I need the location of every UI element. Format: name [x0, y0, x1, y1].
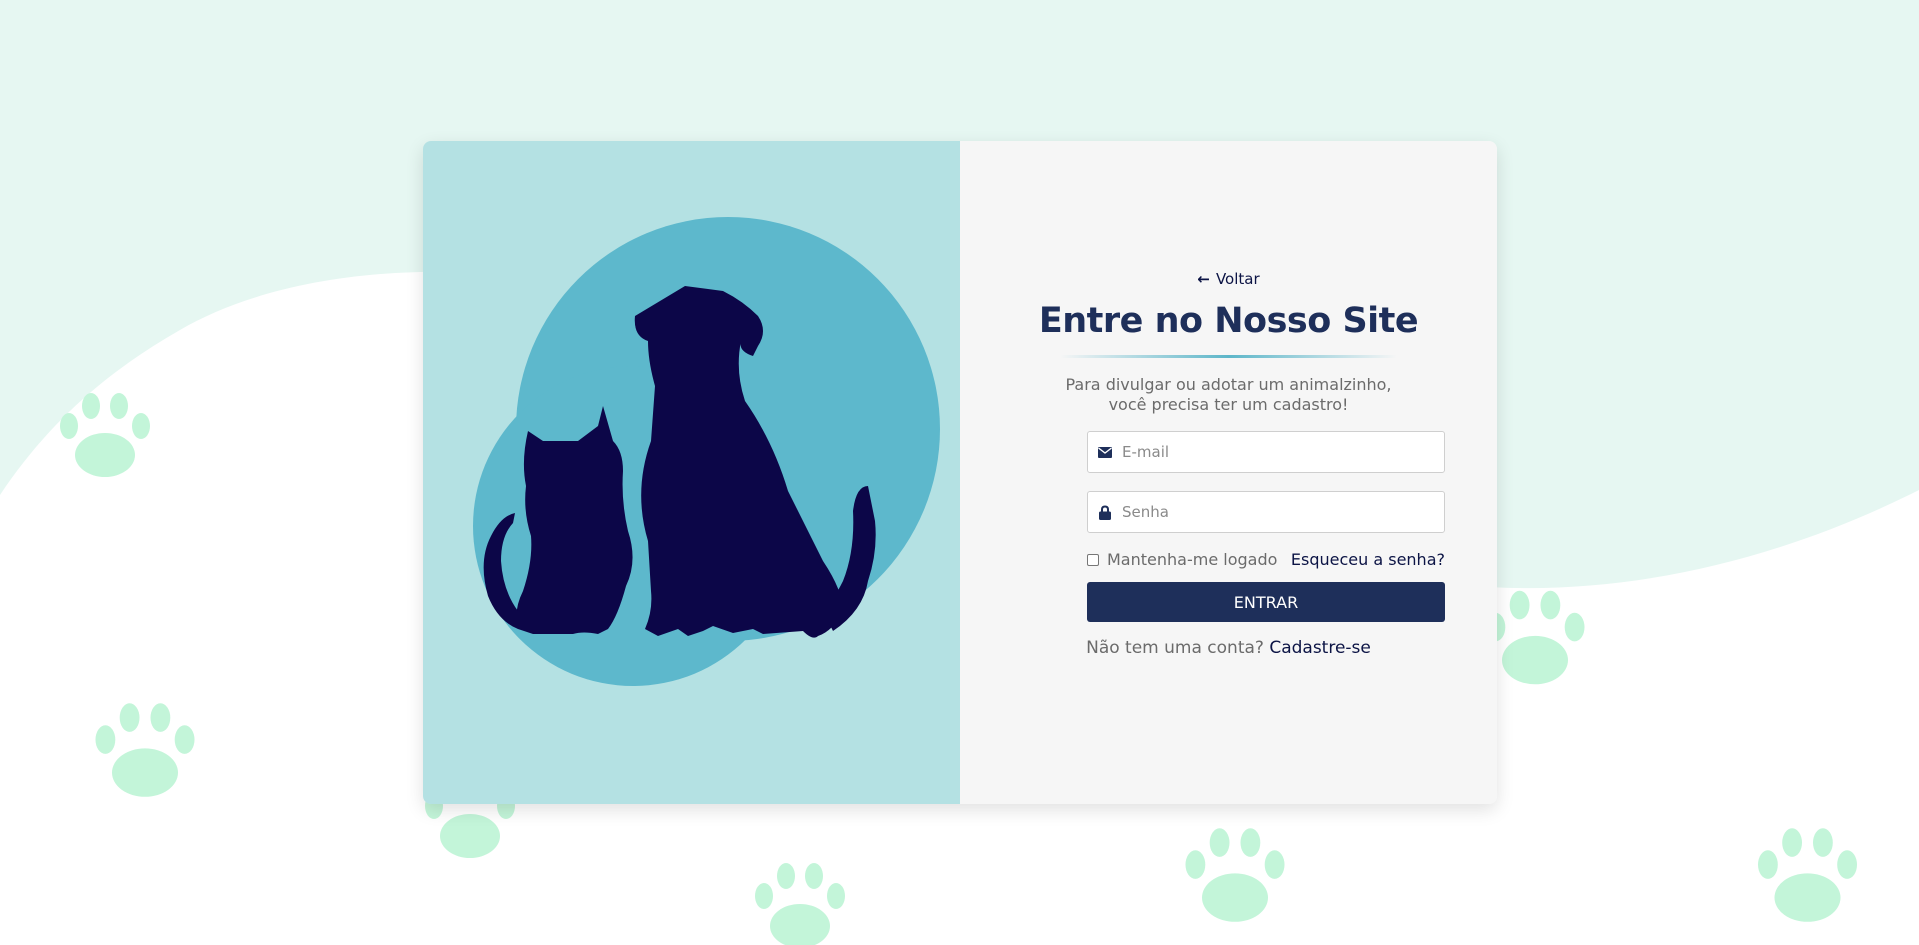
signup-link[interactable]: Cadastre-se	[1269, 638, 1371, 658]
paw-print-icon	[60, 393, 150, 477]
password-input[interactable]	[1122, 503, 1422, 521]
login-form-panel: ← Voltar Entre no Nosso Site Para divulga…	[960, 141, 1497, 804]
paw-print-icon	[95, 703, 195, 797]
remember-label: Mantenha-me logado	[1107, 550, 1278, 569]
login-options: Mantenha-me logado Esqueceu a senha?	[1087, 550, 1445, 569]
email-input[interactable]	[1122, 443, 1422, 461]
forgot-password-link[interactable]: Esqueceu a senha?	[1291, 550, 1445, 569]
arrow-left-icon: ←	[1197, 270, 1210, 288]
signup-text: Não tem uma conta?	[1086, 638, 1264, 658]
page-title: Entre no Nosso Site	[1038, 301, 1419, 341]
paw-print-icon	[1758, 828, 1857, 922]
back-label: Voltar	[1215, 270, 1260, 288]
lock-icon	[1088, 504, 1122, 520]
password-field[interactable]	[1087, 491, 1445, 533]
subtitle-line-1: Para divulgar ou adotar um animalzinho,	[1065, 375, 1392, 394]
remember-me[interactable]: Mantenha-me logado	[1087, 550, 1277, 569]
login-button[interactable]: ENTRAR	[1087, 582, 1445, 622]
remember-checkbox[interactable]	[1087, 553, 1099, 566]
paw-print-icon	[755, 863, 845, 945]
illustration-panel	[423, 141, 960, 804]
subtitle-line-2: você precisa ter um cadastro!	[1108, 395, 1349, 414]
title-underline	[1060, 355, 1397, 358]
back-link[interactable]: ← Voltar	[960, 270, 1497, 288]
email-field[interactable]	[1087, 431, 1445, 473]
login-subtitle: Para divulgar ou adotar um animalzinho, …	[1020, 375, 1437, 415]
pet-silhouette-icon	[473, 217, 940, 686]
signup-prompt: Não tem uma conta? Cadastre-se	[960, 638, 1497, 658]
paw-print-icon	[1185, 828, 1285, 922]
envelope-icon	[1088, 446, 1122, 458]
login-card: ← Voltar Entre no Nosso Site Para divulga…	[423, 141, 1497, 804]
